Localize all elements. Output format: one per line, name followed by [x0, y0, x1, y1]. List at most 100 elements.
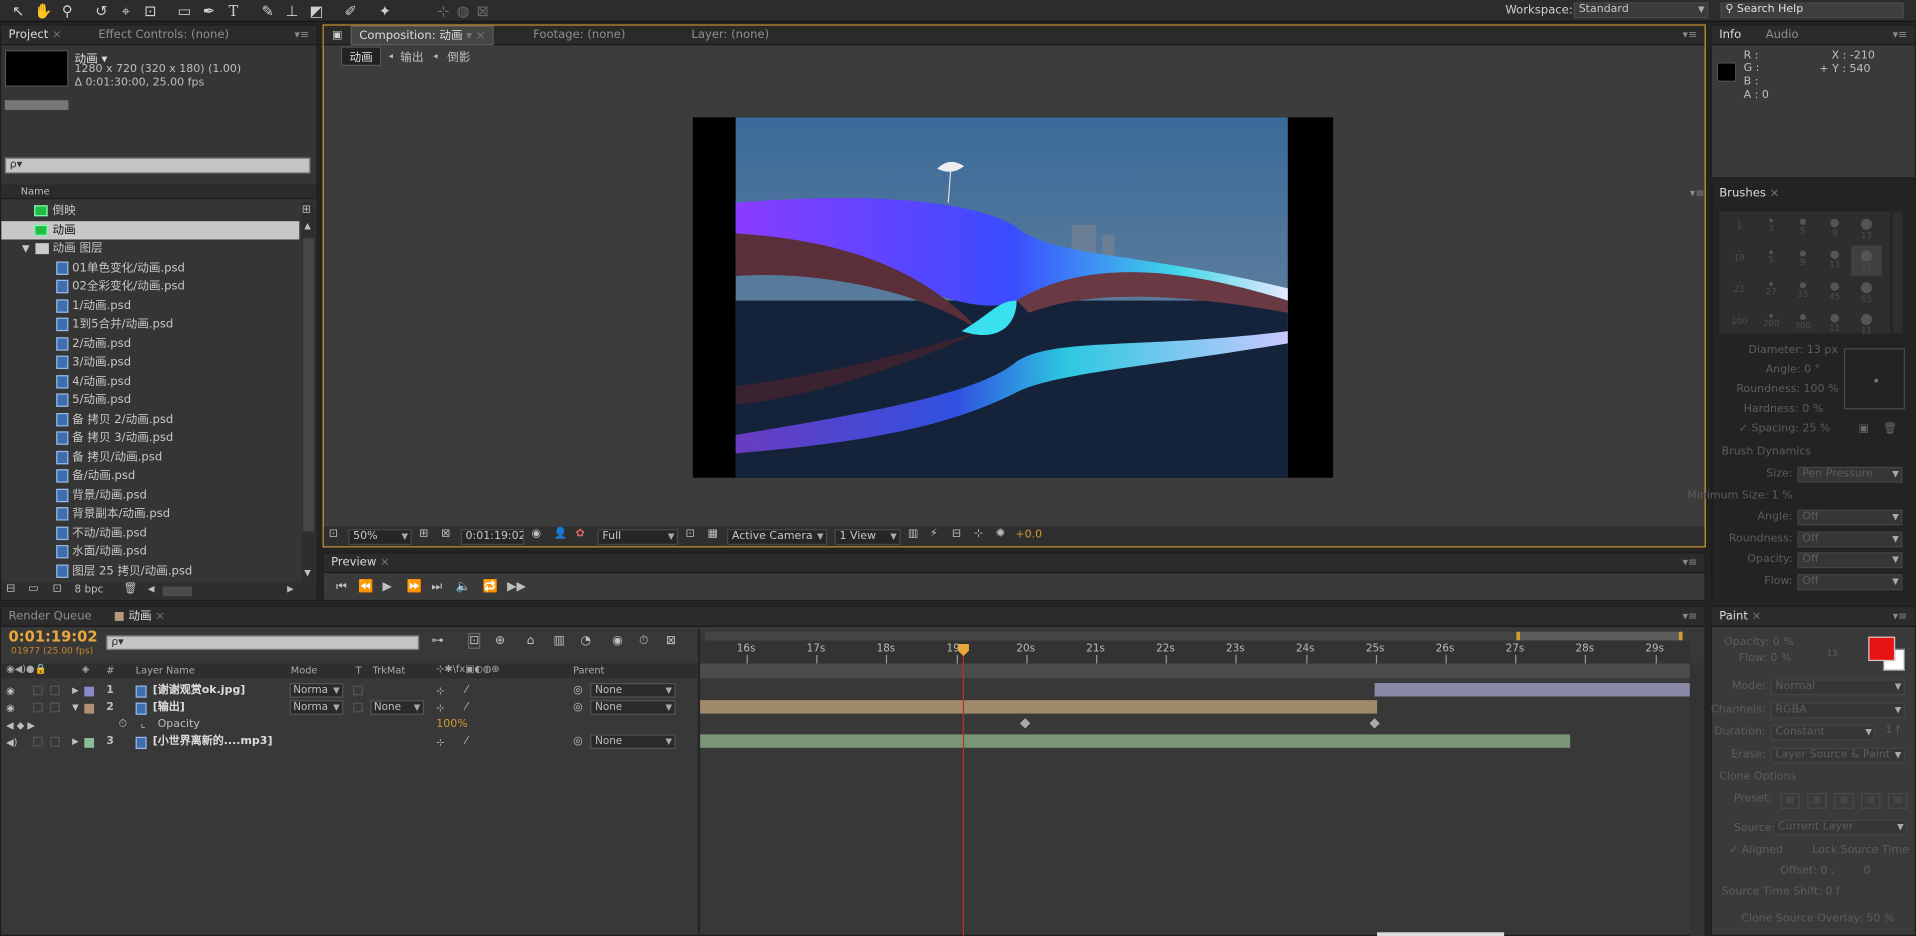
opacity-value[interactable]: 100% [436, 717, 467, 733]
puppet-tool-icon[interactable]: ✦ [376, 2, 393, 19]
table-row[interactable]: ◉ ▶ 1 [谢谢观赏ok.jpg] Norma ▼ ⊹ ⁄ ◎ None ▼ [1, 683, 697, 699]
new-comp-icon[interactable]: ⊡ [53, 583, 62, 595]
show-snapshot-icon[interactable]: 👤 [554, 528, 568, 540]
comp-mini-flowchart-icon[interactable]: ⊶ [431, 634, 443, 647]
flowchart-icon[interactable]: ⊞ [302, 204, 311, 216]
transparency-grid-icon[interactable]: ▦ [707, 528, 717, 540]
save-brush-icon[interactable]: ▣ [1859, 423, 1869, 435]
list-item[interactable]: 备 拷贝 2/动画.psd [1, 410, 299, 429]
scroll-thumb[interactable] [303, 238, 315, 532]
region-of-interest-icon[interactable]: ⊡ [685, 528, 694, 540]
lock-box[interactable] [50, 702, 60, 713]
scroll-up-icon[interactable]: ▲ [304, 221, 311, 231]
h-scroll-thumb[interactable] [162, 586, 192, 597]
list-item[interactable]: 动画 [1, 220, 300, 240]
dynamics-dropdown[interactable]: Off ▼ [1797, 530, 1903, 547]
tab-effect-controls[interactable]: Effect Controls: (none) [91, 25, 236, 45]
brush-tip[interactable]: 100 [1724, 309, 1755, 340]
panel-menu-icon[interactable]: ▾≡ [294, 29, 309, 41]
mode-dropdown[interactable]: Norma ▼ [289, 683, 344, 698]
shy-layers-icon[interactable]: ⌂ [527, 634, 535, 647]
tab-paint[interactable]: Paint × [1712, 607, 1769, 627]
clone-source-overlay-label[interactable]: Clone Source Overlay: 50 % [1741, 913, 1894, 925]
list-item[interactable]: 备 拷贝 3/动画.psd [1, 429, 299, 448]
brush-scrollbar[interactable] [1892, 211, 1903, 334]
brush-tip[interactable]: 200 [1756, 309, 1787, 340]
list-item[interactable]: ▼ 动画 图层 [1, 239, 299, 258]
paint-row-dropdown[interactable]: RGBA ▼ [1770, 701, 1905, 718]
quality-switch-icon[interactable]: ⁄ [466, 734, 468, 750]
audio-switch-icon[interactable]: ◀) [6, 734, 17, 750]
disclosure-triangle-icon[interactable]: ▼ [72, 700, 79, 716]
solo-box[interactable] [32, 685, 43, 696]
opacity-property-row[interactable]: ◀ ◆ ▶ ⏱ ⌞ Opacity 100% [1, 717, 697, 733]
brush-tip[interactable]: 1 [1724, 214, 1755, 245]
list-item[interactable]: 备/动画.psd [1, 467, 299, 486]
parent-dropdown[interactable]: None ▼ [590, 683, 676, 698]
trash-icon[interactable]: 🗑 [123, 583, 137, 595]
fast-previews-icon[interactable]: ⚡ [930, 528, 938, 540]
pickwhip-icon[interactable]: ◎ [573, 734, 583, 750]
delete-brush-icon[interactable]: 🗑 [1883, 423, 1897, 435]
quality-switch-icon[interactable]: ⁄ [466, 700, 468, 716]
resolution-dropdown[interactable]: Full ▼ [597, 529, 679, 545]
panel-menu-icon[interactable]: ▾≡ [1690, 188, 1705, 200]
play-icon[interactable]: ▶ [382, 580, 391, 593]
label-color-swatch[interactable] [84, 686, 95, 697]
mask-visibility-icon[interactable]: ⊠ [441, 528, 450, 540]
tab-audio[interactable]: Audio [1758, 25, 1806, 45]
brush-tip[interactable]: 9 [1788, 246, 1819, 277]
camera-tool-icon[interactable]: ⌖ [117, 2, 134, 19]
spacing-label[interactable]: ✓ Spacing: 25 % [1739, 423, 1831, 435]
toggle-pixel-aspect-icon[interactable]: ▥ [908, 528, 918, 540]
current-time-field[interactable]: 0:01:19:02 [460, 529, 525, 545]
always-preview-icon[interactable]: ⊡ [329, 528, 338, 540]
panel-menu-icon[interactable]: ▾≡ [1893, 611, 1908, 623]
clone-stamp-tool-icon[interactable]: ⊥ [283, 2, 300, 19]
clone-preset-4[interactable]: ⊞ [1860, 793, 1881, 809]
brainstorm-icon[interactable]: ◉ [612, 634, 623, 647]
layer-bar-2[interactable] [700, 700, 1378, 714]
brush-tip[interactable]: 45 [1819, 277, 1850, 308]
tab-info[interactable]: Info [1712, 25, 1749, 45]
list-item[interactable]: 不动/动画.psd [1, 524, 299, 543]
pickwhip-icon[interactable]: ◎ [573, 700, 583, 716]
list-item[interactable]: 倒映 [1, 202, 299, 221]
workspace-dropdown[interactable]: Standard ▼ [1573, 2, 1709, 19]
dynamics-dropdown[interactable]: Off ▼ [1797, 552, 1903, 569]
composition-viewer[interactable] [692, 117, 1334, 478]
roundness-label[interactable]: Roundness: 100 % [1736, 384, 1838, 396]
list-item[interactable]: 备 拷贝/动画.psd [1, 448, 299, 467]
project-scrollbar[interactable]: ⊞ ▲ ▼ [301, 201, 316, 583]
list-item[interactable]: 水面/动画.psd [1, 543, 299, 562]
paint-row-dropdown[interactable]: Constant ▼ [1770, 724, 1876, 741]
list-item[interactable]: 01单色变化/动画.psd [1, 258, 299, 277]
disclosure-triangle-icon[interactable]: ▶ [72, 734, 79, 750]
trkmat-dropdown[interactable]: None ▼ [370, 700, 424, 715]
scroll-right-icon[interactable]: ▶ [287, 584, 294, 594]
breadcrumb-item[interactable]: 倒影 [447, 48, 470, 64]
stopwatch-icon[interactable]: ⏱ [119, 717, 128, 733]
tab-footage[interactable]: Footage: (none) [526, 25, 633, 45]
brush-tip[interactable]: 3 [1756, 214, 1787, 245]
brush-tip[interactable]: 21 [1724, 277, 1755, 308]
layer-name[interactable]: [谢谢观赏ok.jpg] [153, 683, 246, 699]
timeline-h-scrollbar[interactable] [1377, 932, 1505, 936]
previous-frame-icon[interactable]: ⏪ [358, 580, 373, 593]
timeline-icon[interactable]: ⊟ [952, 528, 961, 540]
list-item[interactable]: 背景副本/动画.psd [1, 505, 299, 524]
solo-box[interactable] [32, 736, 43, 747]
offset-label[interactable]: Offset: 0 , [1780, 865, 1834, 877]
list-item[interactable]: 图层 25 拷贝/动画.psd [1, 561, 299, 580]
brush-tip[interactable]: 11 [1851, 309, 1882, 340]
shy-switch-icon[interactable]: ⊹ [436, 700, 444, 716]
hand-tool-icon[interactable]: ✋ [34, 2, 52, 19]
list-item[interactable]: 1到5合并/动画.psd [1, 315, 299, 334]
breadcrumb-item[interactable]: 动画 [340, 46, 382, 66]
clone-preset-1[interactable]: ⊞ [1780, 793, 1800, 809]
layer-bar-1[interactable] [1374, 683, 1690, 697]
brush-tip[interactable]: 11 [1819, 309, 1850, 340]
work-area-bar[interactable] [705, 631, 1683, 641]
clone-preset-2[interactable]: ⊞ [1807, 793, 1827, 809]
lock-box[interactable] [50, 736, 60, 747]
